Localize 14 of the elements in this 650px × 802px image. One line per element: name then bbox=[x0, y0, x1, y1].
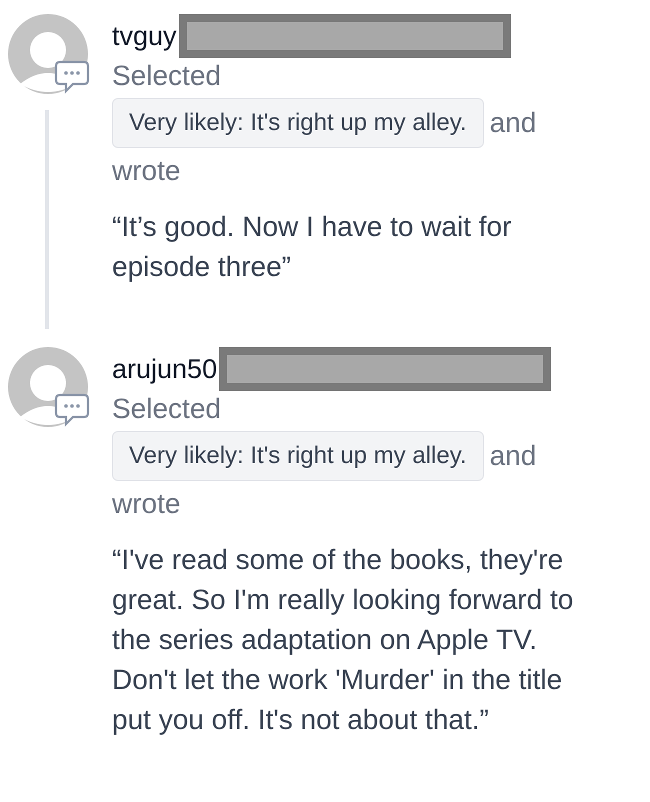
choice-tag: Very likely: It's right up my alley. bbox=[112, 431, 484, 481]
username[interactable]: arujun50 bbox=[112, 354, 218, 384]
connector-text: and bbox=[490, 440, 536, 471]
chat-bubble-icon bbox=[54, 393, 90, 427]
choice-tag: Very likely: It's right up my alley. bbox=[112, 98, 484, 148]
connector-text: and bbox=[490, 107, 536, 138]
comment-text: “It’s good. Now I have to wait for episode three” bbox=[112, 210, 512, 284]
connector-text: wrote bbox=[112, 487, 182, 521]
comment-text: “I've read some of the books, they're great. So I'm really looking forward to the series adaptation on Apple TV. Don't let the work 'Murder' in the title put you off. It's not about that.” bbox=[112, 543, 574, 737]
action-label: Selected bbox=[112, 392, 222, 426]
username[interactable]: tvguy bbox=[112, 20, 177, 52]
chat-bubble-icon bbox=[54, 60, 90, 94]
action-label: Selected bbox=[112, 59, 222, 93]
connector-text: wrote bbox=[112, 154, 182, 188]
